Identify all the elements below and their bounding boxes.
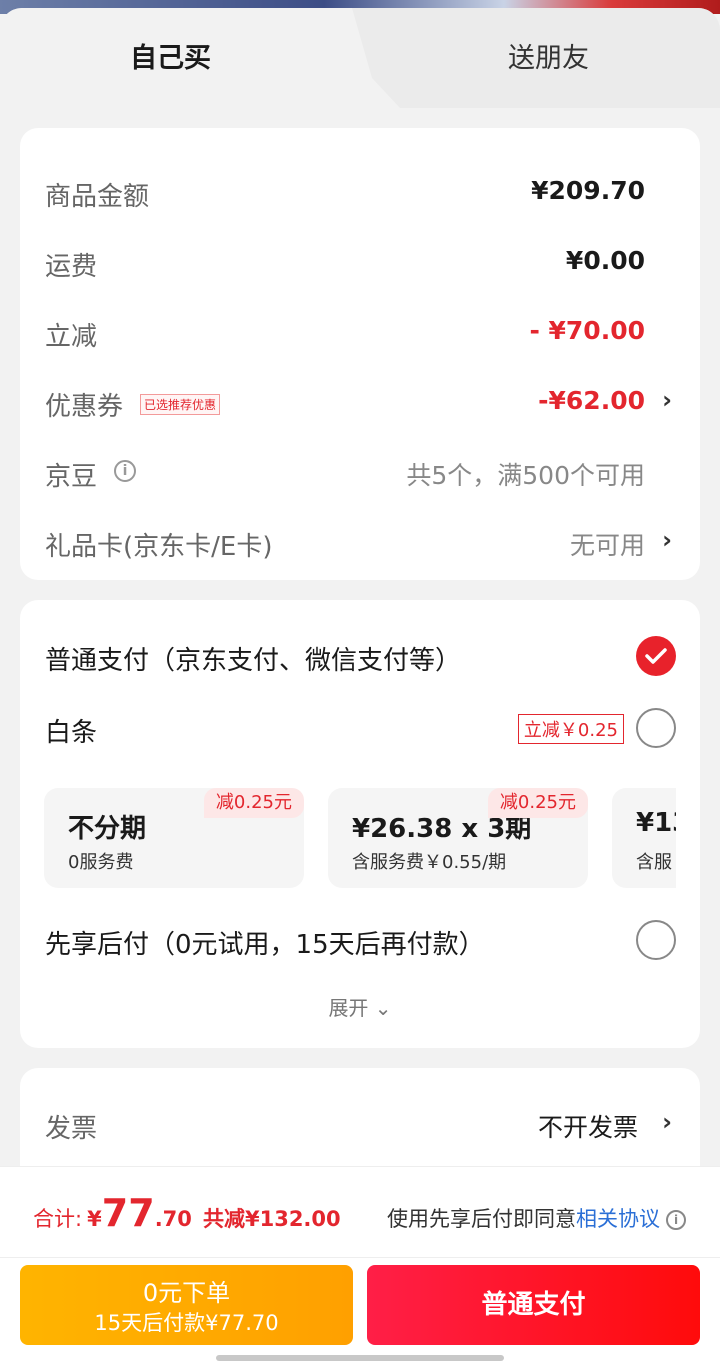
tab-self[interactable]: 自己买	[130, 36, 211, 75]
chevron-right-icon[interactable]: ›	[662, 526, 672, 554]
invoice-row[interactable]: 发票 不开发票 ›	[20, 1100, 700, 1150]
normal-payment-label: 普通支付（京东支付、微信支付等）	[45, 646, 462, 676]
payment-method-card: 普通支付（京东支付、微信支付等） 白条 立减￥0.25 不分期 0服务费 减0.…	[20, 600, 700, 1048]
currency-symbol: ¥	[87, 1207, 102, 1231]
plan-fee: 含服务费￥0.55/期	[352, 852, 507, 873]
unchecked-radio-icon[interactable]	[636, 708, 676, 748]
normal-pay-button[interactable]: 普通支付	[367, 1265, 700, 1345]
total-amount: 合计: ¥77.70 共减¥132.00	[33, 1191, 341, 1235]
instant-discount-value: - ¥70.00	[529, 316, 645, 345]
purchase-tabs: 自己买 送朋友	[0, 8, 720, 118]
plan-discount-badge: 减0.25元	[203, 788, 304, 818]
total-saved: 共减¥132.00	[202, 1207, 341, 1231]
info-icon[interactable]: i	[666, 1210, 686, 1230]
expand-button[interactable]: 展开 ⌄	[20, 992, 700, 1021]
total-decimal: .70	[154, 1207, 192, 1231]
tab-friend[interactable]: 送朋友	[508, 36, 589, 75]
installment-plans: 不分期 0服务费 减0.25元 ¥26.38 x 3期 含服务费￥0.55/期 …	[44, 788, 676, 888]
installment-plan-card[interactable]: ¥26.38 x 3期 含服务费￥0.55/期 减0.25元	[328, 788, 588, 888]
checkout-sheet: 自己买 送朋友 商品金额 ¥209.70 运费 ¥0.00 立减 - ¥70.0…	[0, 8, 720, 1369]
baitiao-label: 白条	[45, 718, 98, 748]
agreement-prefix: 使用先享后付即同意	[387, 1207, 576, 1231]
price-summary-card: 商品金额 ¥209.70 运费 ¥0.00 立减 - ¥70.00 优惠券 已选…	[20, 128, 700, 580]
info-icon[interactable]: i	[114, 460, 136, 482]
coupon-recommended-tag: 已选推荐优惠	[140, 394, 221, 415]
baitiao-option[interactable]: 白条 立减￥0.25	[20, 704, 700, 754]
plan-fee: 含服	[636, 852, 672, 873]
plan-title: ¥13	[636, 808, 676, 838]
zero-order-title: 0元下单	[142, 1279, 231, 1307]
jd-beans-row: 京豆 i 共5个，满500个可用	[20, 448, 700, 498]
divider	[0, 1257, 720, 1258]
installment-plan-card[interactable]: ¥13 含服	[612, 788, 676, 888]
shipping-row: 运费 ¥0.00	[20, 238, 700, 288]
zero-yuan-order-button[interactable]: 0元下单 15天后付款¥77.70	[20, 1265, 353, 1345]
zero-order-subtitle: 15天后付款¥77.70	[94, 1311, 279, 1335]
baitiao-discount-tag: 立减￥0.25	[517, 714, 624, 744]
unchecked-radio-icon[interactable]	[636, 920, 676, 960]
chevron-right-icon[interactable]: ›	[662, 386, 672, 414]
goods-amount-label: 商品金额	[45, 182, 150, 212]
home-indicator[interactable]	[216, 1355, 504, 1361]
installment-plan-card[interactable]: 不分期 0服务费 减0.25元	[44, 788, 304, 888]
plan-fee: 0服务费	[68, 852, 134, 873]
agreement-link[interactable]: 相关协议	[576, 1207, 660, 1231]
checked-radio-icon[interactable]	[636, 636, 676, 676]
chevron-right-icon[interactable]: ›	[662, 1108, 672, 1136]
pay-later-label: 先享后付（0元试用，15天后再付款）	[45, 930, 485, 960]
invoice-label: 发票	[45, 1114, 98, 1144]
goods-amount-row: 商品金额 ¥209.70	[20, 168, 700, 218]
invoice-value: 不开发票	[537, 1113, 638, 1142]
jd-beans-value: 共5个，满500个可用	[406, 461, 645, 490]
instant-discount-row: 立减 - ¥70.00	[20, 308, 700, 358]
coupon-label: 优惠券	[45, 392, 124, 422]
instant-discount-label: 立减	[45, 322, 98, 352]
gift-card-row[interactable]: 礼品卡(京东卡/E卡) 无可用 ›	[20, 518, 700, 568]
shipping-label: 运费	[45, 252, 98, 282]
gift-card-label: 礼品卡(京东卡/E卡)	[45, 532, 273, 562]
agreement-text: 使用先享后付即同意相关协议 i	[387, 1203, 686, 1233]
gift-card-value: 无可用	[569, 531, 645, 560]
total-label: 合计:	[33, 1207, 83, 1231]
shipping-value: ¥0.00	[565, 246, 645, 275]
checkout-bottom-bar: 合计: ¥77.70 共减¥132.00 使用先享后付即同意相关协议 i 0元下单…	[0, 1166, 720, 1369]
pay-later-option[interactable]: 先享后付（0元试用，15天后再付款）	[20, 916, 700, 966]
goods-amount-value: ¥209.70	[531, 176, 645, 205]
total-integer: 77	[101, 1191, 155, 1235]
plan-discount-badge: 减0.25元	[487, 788, 588, 818]
coupon-value: -¥62.00	[538, 386, 645, 415]
coupon-row[interactable]: 优惠券 已选推荐优惠 -¥62.00 ›	[20, 378, 700, 428]
jd-beans-label: 京豆	[45, 462, 98, 492]
normal-payment-option[interactable]: 普通支付（京东支付、微信支付等）	[20, 632, 700, 682]
plan-title: 不分期	[68, 814, 147, 844]
